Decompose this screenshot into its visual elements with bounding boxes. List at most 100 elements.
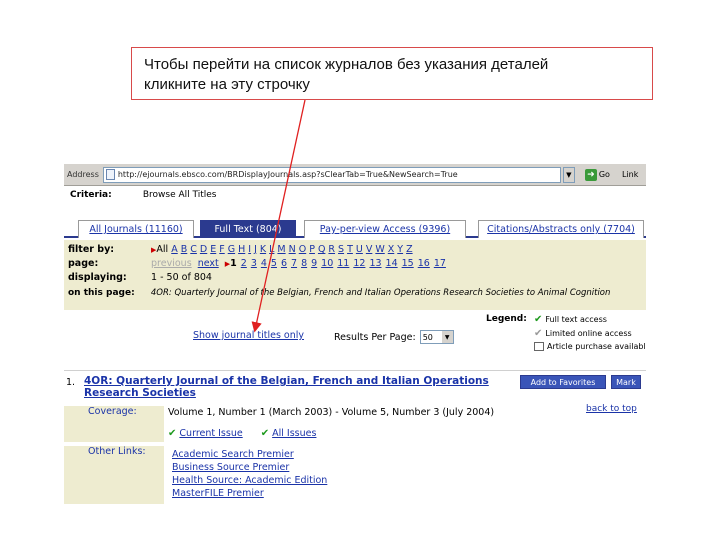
page-link[interactable]: 8 [301, 258, 307, 269]
page-row: page: previous next ▶1 2 3 4 5 6 7 8 9 10 11 12 13 14… [68, 258, 450, 269]
legend-article-purchase-label: Article purchase available [547, 342, 646, 351]
filter-letter[interactable]: A [171, 244, 178, 255]
filter-letter[interactable]: L [269, 244, 274, 255]
page-link[interactable]: 11 [337, 258, 349, 269]
filter-letter[interactable]: N [289, 244, 296, 255]
filter-letter[interactable]: H [238, 244, 245, 255]
results-per-page-label: Results Per Page: [334, 331, 416, 343]
next-link[interactable]: next [198, 258, 219, 269]
tab-all-journals[interactable]: All Journals (11160) [78, 220, 194, 238]
filter-letter[interactable]: S [338, 244, 344, 255]
page-link[interactable]: 14 [386, 258, 398, 269]
filter-row: filter by: ▶All ABCDEFGHIJKLMNOPQRSTUVWX… [68, 244, 416, 255]
legend-full-text-label: Full text access [545, 315, 607, 324]
page-link: 1 [230, 258, 237, 269]
result-number: 1. [66, 377, 76, 388]
page-link[interactable]: 17 [434, 258, 446, 269]
result-detail: Coverage: Volume 1, Number 1 (March 2003… [64, 404, 646, 504]
filter-letter[interactable]: W [375, 244, 384, 255]
criteria-value: Browse All Titles [142, 190, 217, 200]
filter-letter[interactable]: P [309, 244, 315, 255]
current-issue-item: ✔ Current Issue [168, 428, 243, 439]
back-to-top-link[interactable]: back to top [586, 404, 637, 414]
page-link[interactable]: 4 [261, 258, 267, 269]
current-issue-link[interactable]: Current Issue [179, 428, 242, 439]
filter-letter[interactable]: G [228, 244, 235, 255]
displaying-value: 1 - 50 of 804 [151, 272, 212, 283]
go-label: Go [598, 170, 610, 179]
filter-letter[interactable]: Y [397, 244, 403, 255]
filter-letter[interactable]: D [200, 244, 207, 255]
legend-title: Legend: [486, 314, 527, 324]
legend-limited-label: Limited online access [545, 329, 632, 338]
filter-all[interactable]: All [156, 244, 168, 255]
page-link[interactable]: 3 [251, 258, 257, 269]
legend-limited: ✔ Limited online access [534, 328, 632, 339]
page-link[interactable]: 5 [271, 258, 277, 269]
other-link[interactable]: Business Source Premier [172, 462, 289, 473]
add-to-favorites-button[interactable]: Add to Favorites [520, 375, 606, 389]
other-link-item: Academic Search Premier [172, 448, 327, 461]
filter-by-label: filter by: [68, 244, 115, 255]
filter-letter[interactable]: R [328, 244, 335, 255]
page-icon [105, 169, 115, 180]
callout-box: Чтобы перейти на список журналов без ука… [131, 47, 653, 100]
links-toolbar[interactable]: Link [622, 170, 638, 179]
filter-letter[interactable]: B [181, 244, 188, 255]
coverage-value: Volume 1, Number 1 (March 2003) - Volume… [168, 407, 495, 418]
page-link[interactable]: 6 [281, 258, 287, 269]
page-link[interactable]: 15 [402, 258, 414, 269]
other-link[interactable]: Health Source: Academic Edition [172, 475, 327, 486]
filter-letter[interactable]: T [347, 244, 353, 255]
page-link[interactable]: 13 [369, 258, 381, 269]
results-per-page: Results Per Page: 50 ▼ [334, 330, 454, 344]
coverage-label: Coverage: [64, 406, 164, 442]
previous-link[interactable]: previous [151, 258, 192, 269]
gray-check-icon: ✔ [534, 328, 543, 339]
filter-letter[interactable]: K [260, 244, 266, 255]
other-link[interactable]: MasterFILE Premier [172, 488, 264, 499]
filter-letter[interactable]: E [210, 244, 216, 255]
on-this-page-row: on this page: 4OR: Quarterly Journal of … [68, 288, 610, 298]
address-dropdown-button[interactable]: ▼ [562, 166, 575, 183]
tab-pay-per-view[interactable]: Pay-per-view Access (9396) [304, 220, 466, 238]
results-per-page-select[interactable]: 50 ▼ [419, 330, 454, 344]
go-button[interactable]: ➜ Go [584, 168, 610, 181]
filter-letter[interactable]: X [388, 244, 395, 255]
filter-letter[interactable]: Q [318, 244, 325, 255]
other-link[interactable]: Academic Search Premier [172, 449, 294, 460]
filter-letter[interactable]: J [254, 244, 257, 255]
other-link-item: Business Source Premier [172, 461, 327, 474]
address-input[interactable]: http://ejournals.ebsco.com/BRDisplayJour… [102, 166, 561, 183]
coverage-links: ✔ Current Issue ✔ All Issues [168, 428, 316, 439]
page-link[interactable]: 7 [291, 258, 297, 269]
tab-full-text[interactable]: Full Text (804) [200, 220, 296, 238]
page-link[interactable]: 2 [241, 258, 247, 269]
result-title-link[interactable]: 4OR: Quarterly Journal of the Belgian, F… [84, 375, 514, 399]
on-this-page-value: 4OR: Quarterly Journal of the Belgian, F… [150, 288, 611, 298]
mark-button[interactable]: Mark [611, 375, 641, 389]
filter-letter[interactable]: Z [406, 244, 413, 255]
page-link[interactable]: 10 [321, 258, 333, 269]
filter-letter[interactable]: F [219, 244, 224, 255]
filter-letter[interactable]: I [248, 244, 251, 255]
tab-citations-abstracts[interactable]: Citations/Abstracts only (7704) [478, 220, 644, 238]
filter-letter[interactable]: M [277, 244, 285, 255]
page-link[interactable]: 12 [353, 258, 365, 269]
check-icon: ✔ [168, 428, 177, 439]
show-journal-titles-only-link[interactable]: Show journal titles only [193, 330, 304, 341]
other-links-list: Academic Search Premier Business Source P… [172, 448, 327, 500]
all-issues-link[interactable]: All Issues [272, 428, 316, 439]
filter-letter[interactable]: O [299, 244, 306, 255]
page-link[interactable]: 16 [418, 258, 430, 269]
legend-article-purchase: Article purchase available [534, 342, 646, 351]
filter-letter[interactable]: C [190, 244, 197, 255]
page-link[interactable]: 9 [311, 258, 317, 269]
check-icon: ✔ [260, 428, 270, 439]
address-bar: Address http://ejournals.ebsco.com/BRDis… [64, 164, 646, 186]
filter-letter[interactable]: U [356, 244, 363, 255]
other-link-item: Health Source: Academic Edition [172, 474, 327, 487]
filter-letter[interactable]: V [366, 244, 373, 255]
browser-screenshot: Address http://ejournals.ebsco.com/BRDis… [64, 164, 646, 504]
green-check-icon: ✔ [534, 314, 543, 325]
